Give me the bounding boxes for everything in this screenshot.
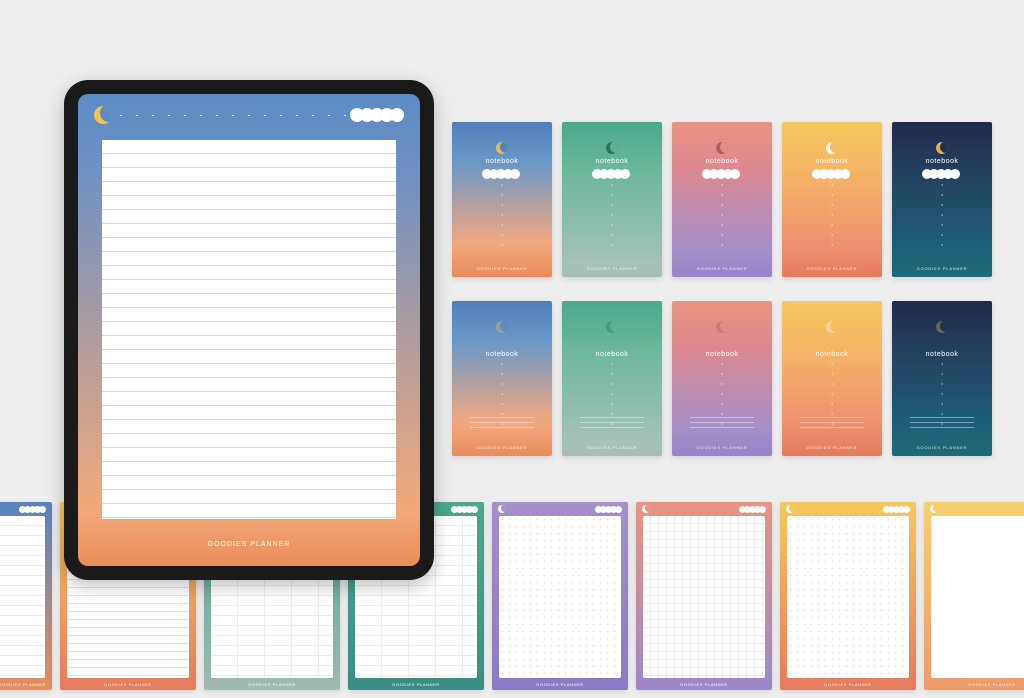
brand-label: GOODIES PLANNER <box>780 682 916 687</box>
moon-icon <box>930 505 938 513</box>
tab-dots <box>354 108 404 122</box>
moon-icon <box>94 106 112 124</box>
brand-label: GOODIES PLANNER <box>477 445 528 450</box>
tablet-screen: GOODIES PLANNER <box>78 94 420 566</box>
page-topbar <box>0 502 52 516</box>
cover-navy-style2: notebookGOODIES PLANNER <box>892 301 992 456</box>
moon-icon <box>642 505 650 513</box>
dotted-divider <box>832 349 833 426</box>
moon-icon <box>496 321 508 333</box>
cover-row-style1: notebook GOODIES PLANNER notebook GOODIES P… <box>452 122 1004 277</box>
moon-icon <box>786 505 794 513</box>
brand-label: GOODIES PLANNER <box>636 682 772 687</box>
cover-title: notebook <box>816 158 849 165</box>
cover-green-style2: notebookGOODIES PLANNER <box>562 301 662 456</box>
dotted-divider <box>722 349 723 426</box>
brand-label: GOODIES PLANNER <box>204 682 340 687</box>
dotted-divider <box>612 349 613 426</box>
cover-title: notebook <box>706 158 739 165</box>
moon-icon <box>826 142 838 154</box>
brand-label: GOODIES PLANNER <box>477 266 528 271</box>
tab-dots <box>597 506 622 513</box>
tab-dots <box>453 506 478 513</box>
page-yellow-blank: GOODIES PLANNER <box>924 502 1024 690</box>
moon-icon <box>936 321 948 333</box>
cover-green-style1: notebook GOODIES PLANNER <box>562 122 662 277</box>
cover-pink-style1: notebook GOODIES PLANNER <box>672 122 772 277</box>
moon-icon <box>826 321 838 333</box>
page-topbar <box>636 502 772 516</box>
dotted-divider <box>502 349 503 426</box>
dotted-divider <box>612 170 613 247</box>
cover-blue-style1: notebook GOODIES PLANNER <box>452 122 552 277</box>
page-topbar <box>924 502 1024 516</box>
moon-icon <box>606 142 618 154</box>
brand-label: GOODIES PLANNER <box>807 266 858 271</box>
tab-dots <box>741 506 766 513</box>
brand-label: GOODIES PLANNER <box>60 682 196 687</box>
page-pink-grid: GOODIES PLANNER <box>636 502 772 690</box>
page-purple-dot: GOODIES PLANNER <box>492 502 628 690</box>
page-body <box>931 516 1024 678</box>
dotted-divider <box>942 170 943 247</box>
cover-navy-style1: notebook GOODIES PLANNER <box>892 122 992 277</box>
cover-pink-style2: notebookGOODIES PLANNER <box>672 301 772 456</box>
brand-label: GOODIES PLANNER <box>492 682 628 687</box>
lined-page <box>90 130 408 535</box>
moon-icon <box>496 142 508 154</box>
dotted-divider <box>502 170 503 247</box>
page-topbar <box>492 502 628 516</box>
brand-label: GOODIES PLANNER <box>348 682 484 687</box>
brand-label: GOODIES PLANNER <box>90 541 408 548</box>
brand-label: GOODIES PLANNER <box>697 445 748 450</box>
cover-orange-style2: notebookGOODIES PLANNER <box>782 301 882 456</box>
page-body <box>787 516 909 678</box>
title-lines <box>910 417 974 432</box>
cover-title: notebook <box>486 158 519 165</box>
moon-icon <box>716 321 728 333</box>
tablet-mockup: GOODIES PLANNER <box>64 80 434 580</box>
page-body <box>643 516 765 678</box>
brand-label: GOODIES PLANNER <box>697 266 748 271</box>
cover-grid: notebook GOODIES PLANNER notebook GOODIES P… <box>452 122 1004 480</box>
dotted-divider <box>722 170 723 247</box>
moon-icon <box>936 142 948 154</box>
brand-label: GOODIES PLANNER <box>924 682 1024 687</box>
dotted-divider <box>120 115 346 116</box>
tab-dots <box>21 506 46 513</box>
title-lines <box>580 417 644 432</box>
cover-title: notebook <box>596 158 629 165</box>
brand-label: GOODIES PLANNER <box>587 266 638 271</box>
title-lines <box>800 417 864 432</box>
dotted-divider <box>942 349 943 426</box>
cover-blue-style2: notebookGOODIES PLANNER <box>452 301 552 456</box>
page-body <box>499 516 621 678</box>
cover-row-style2: notebookGOODIES PLANNERnotebookGOODIES P… <box>452 301 1004 456</box>
page-orange-dot: GOODIES PLANNER <box>780 502 916 690</box>
cover-title: notebook <box>926 158 959 165</box>
brand-label: GOODIES PLANNER <box>807 445 858 450</box>
dotted-divider <box>832 170 833 247</box>
moon-icon <box>716 142 728 154</box>
cover-orange-style1: notebook GOODIES PLANNER <box>782 122 882 277</box>
title-lines <box>470 417 534 432</box>
page-body <box>0 516 45 678</box>
page-topbar <box>780 502 916 516</box>
brand-label: GOODIES PLANNER <box>587 445 638 450</box>
title-lines <box>690 417 754 432</box>
page-topbar <box>90 106 408 128</box>
brand-label: GOODIES PLANNER <box>0 682 52 687</box>
page-blue-2col: GOODIES PLANNER <box>0 502 52 690</box>
moon-icon <box>498 505 506 513</box>
brand-label: GOODIES PLANNER <box>917 445 968 450</box>
brand-label: GOODIES PLANNER <box>917 266 968 271</box>
tab-dots <box>885 506 910 513</box>
moon-icon <box>606 321 618 333</box>
